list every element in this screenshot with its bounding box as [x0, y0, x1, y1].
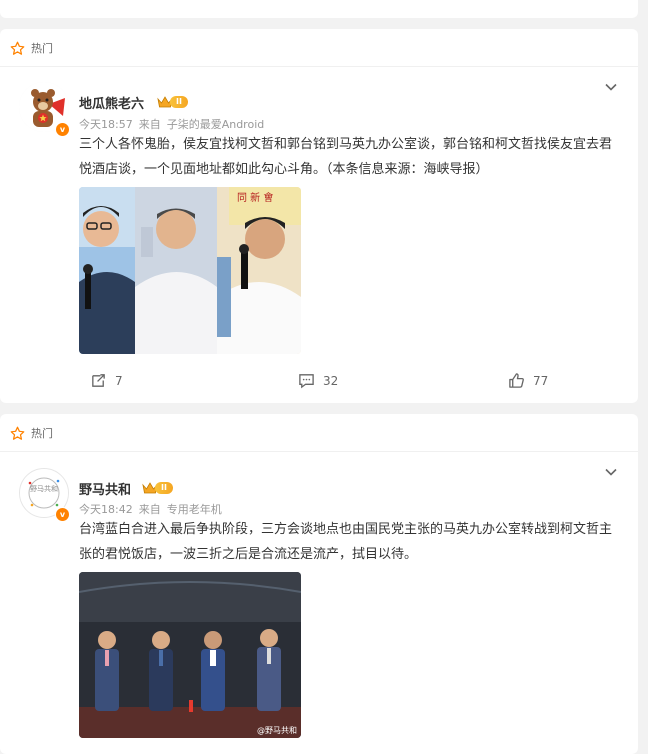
svg-text:野马共和: 野马共和 [30, 484, 58, 493]
post-source: 子柒的最爱Android [166, 118, 265, 131]
post-text: 三个人各怀鬼胎，侯友宜找柯文哲和郭台铭到马英九办公室谈，郭台铭和柯文哲找侯友宜去… [79, 137, 613, 177]
comment-count: 32 [323, 373, 339, 388]
comment-icon [299, 374, 314, 389]
comment-button[interactable]: 32 [298, 372, 338, 389]
hot-label: 热门 [10, 425, 53, 441]
author-name[interactable]: 地瓜熊老六 [79, 93, 144, 112]
star-icon [10, 426, 25, 440]
level-text: II [155, 482, 173, 494]
like-count: 77 [533, 373, 549, 388]
chevron-down-icon[interactable] [604, 465, 618, 479]
source-prefix: 来自 [138, 118, 161, 131]
repost-icon [92, 374, 105, 387]
divider [0, 451, 638, 452]
action-bar: 7 32 77 [0, 372, 638, 392]
level-text: II [170, 96, 188, 108]
like-button[interactable]: 77 [508, 372, 548, 389]
repost-count: 7 [115, 373, 123, 388]
chevron-down-icon[interactable] [604, 80, 618, 94]
divider [0, 66, 638, 67]
post-meta: 今天18:42 来自 专用老年机 [79, 501, 228, 517]
post-image[interactable]: @野马共和 [79, 572, 301, 738]
hot-label: 热门 [10, 40, 53, 56]
post-image[interactable]: 同 新 會 [79, 187, 301, 354]
member-level-badge[interactable]: II [142, 481, 173, 495]
member-level-badge[interactable]: II [157, 95, 188, 109]
svg-text:@野马共和: @野马共和 [257, 726, 297, 735]
post-time[interactable]: 今天18:42 [79, 503, 133, 516]
post-card: 热门 v 地瓜熊老六 II 今天18:57 来自 子柒的最爱Android 三个人各… [0, 29, 638, 403]
post-meta: 今天18:57 来自 子柒的最爱Android [79, 116, 270, 132]
verified-badge: v [55, 122, 70, 137]
previous-post-card-bottom [0, 0, 638, 18]
author-name[interactable]: 野马共和 [79, 479, 131, 498]
post-source: 专用老年机 [166, 503, 222, 516]
repost-button[interactable]: 7 [90, 372, 123, 389]
thumbs-up-icon [509, 373, 524, 388]
verified-badge: v [55, 507, 70, 522]
source-prefix: 来自 [138, 503, 161, 516]
post-time[interactable]: 今天18:57 [79, 118, 133, 131]
svg-text:同 新 會: 同 新 會 [237, 191, 273, 204]
post-card: 热门 野马共和 v 野马共和 II 今天18:42 来自 专用老年机 台湾蓝白合进入… [0, 414, 638, 754]
post-text: 台湾蓝白合进入最后争执阶段，三方会谈地点也由国民党主张的马英九办公室转战到柯文哲… [79, 522, 613, 562]
star-icon [10, 41, 25, 55]
